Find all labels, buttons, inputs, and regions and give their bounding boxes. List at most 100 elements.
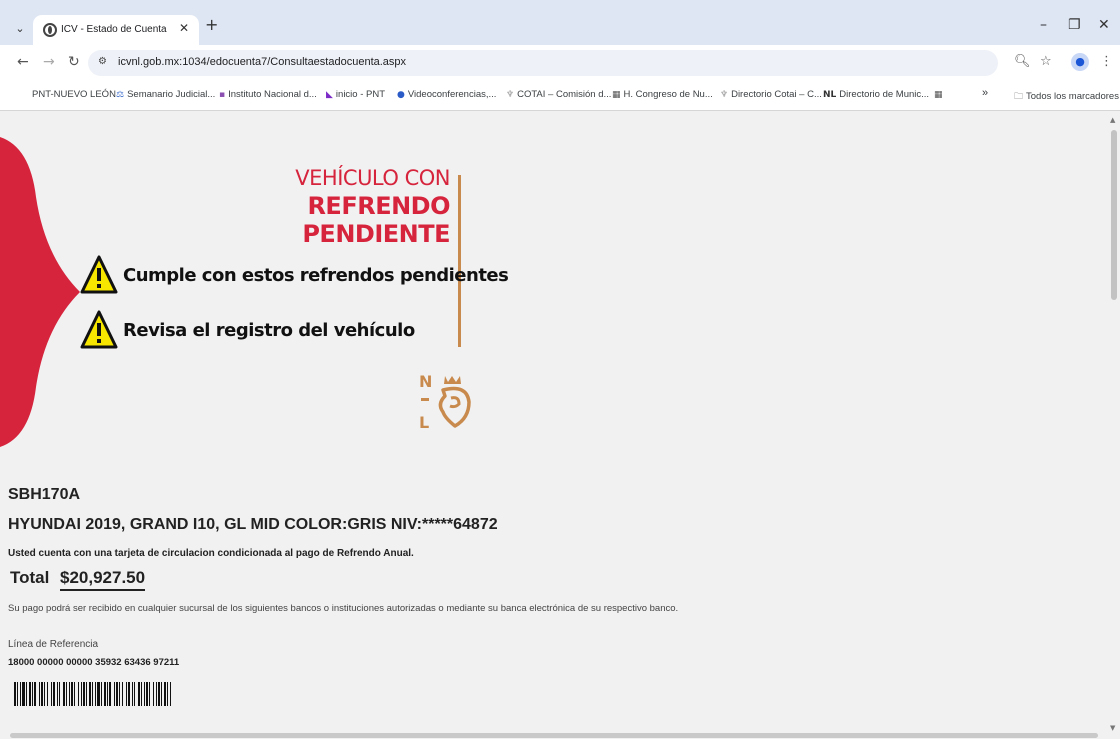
horizontal-scrollbar[interactable] <box>10 733 1098 738</box>
bookmark-item[interactable]: ♆ Directorio Cotai – C... <box>720 89 822 100</box>
cotai-icon: ♆ <box>720 90 729 100</box>
barcode-bar <box>69 682 70 706</box>
barcode-bar <box>20 682 21 706</box>
menu-kebab-icon[interactable]: ⋮ <box>1100 54 1113 69</box>
cotai-icon: ♆ <box>506 90 515 100</box>
barcode-bar <box>92 682 93 706</box>
banner-title-line3: PENDIENTE <box>302 220 450 248</box>
barcode-bar <box>59 682 60 706</box>
inai-icon: ▪ <box>219 90 226 100</box>
barcode-bar <box>44 682 45 706</box>
payment-instructions: Su pago podrá ser recibido en cualquier … <box>8 603 679 614</box>
banner-title: VEHÍCULO CON REFRENDO PENDIENTE <box>250 164 450 248</box>
barcode-bar <box>14 682 16 706</box>
bookmark-item[interactable]: ▪ Instituto Nacional d... <box>219 89 317 100</box>
reference-label: Línea de Referencia <box>8 639 99 650</box>
address-bar[interactable]: ⚙ icvnl.gob.mx:1034/edocuenta7/Consultae… <box>88 50 998 76</box>
restore-icon[interactable]: ❐ <box>1068 17 1081 33</box>
banner-red-shape <box>0 137 80 447</box>
bookmark-item-overflow-icon[interactable]: ▦ <box>934 89 946 100</box>
total-amount: $20,927.50 <box>60 568 146 591</box>
pnt-icon: ◣ <box>326 90 333 100</box>
barcode-bar <box>83 682 85 706</box>
barcode-bar <box>134 682 135 706</box>
barcode-bar <box>74 682 75 706</box>
barcode-bar <box>114 682 115 706</box>
barcode-bar <box>22 682 25 706</box>
warning-row-1: Cumple con estos refrendos pendientes <box>80 255 509 299</box>
barcode-bar <box>26 682 27 706</box>
tab-title: ICV - Estado de Cuenta <box>61 24 167 35</box>
profile-avatar-icon[interactable]: ● <box>1071 53 1089 71</box>
all-bookmarks-button[interactable]: 🗀 Todos los marcadores <box>1014 89 1119 105</box>
banner-title-line1: VEHÍCULO CON <box>295 166 450 190</box>
barcode-bar <box>78 682 79 706</box>
bookmarks-overflow-button[interactable]: » <box>982 87 988 99</box>
total-label: Total <box>10 568 50 587</box>
barcode-bar <box>17 682 18 706</box>
scroll-down-arrow-icon[interactable]: ▼ <box>1110 724 1115 732</box>
barcode-bar <box>132 682 133 706</box>
tab-strip: ⌄ ICV - Estado de Cuenta ✕ + – ❐ ✕ <box>0 0 1120 45</box>
barcode-bar <box>39 682 40 706</box>
nl-icon: NL <box>823 90 837 100</box>
bookmark-item[interactable]: NL Directorio de Munic... <box>823 89 929 100</box>
site-info-icon[interactable]: ⚙ <box>98 56 107 67</box>
close-window-icon[interactable]: ✕ <box>1098 17 1110 33</box>
barcode-bar <box>97 682 100 706</box>
barcode-bar <box>161 682 162 706</box>
bookmark-item[interactable]: ▦ H. Congreso de Nu... <box>612 89 713 100</box>
toolbar: ← → ↻ ⚙ icvnl.gob.mx:1034/edocuenta7/Con… <box>0 45 1120 81</box>
barcode-bar <box>53 682 55 706</box>
reload-icon[interactable]: ↻ <box>68 54 80 70</box>
bookmark-item[interactable]: ♆ COTAI – Comisión d... <box>506 89 611 100</box>
congress-icon: ▦ <box>612 90 621 100</box>
barcode-bar <box>149 682 150 706</box>
barcode-bar <box>122 682 123 706</box>
barcode-bar <box>29 682 31 706</box>
warning-row-2: Revisa el registro del vehículo <box>80 310 415 354</box>
nuevo-leon-logo: N L <box>419 372 471 432</box>
barcode-bar <box>128 682 130 706</box>
forward-arrow-icon[interactable]: → <box>43 54 55 70</box>
barcode-bar <box>41 682 43 706</box>
globe-icon <box>43 23 57 37</box>
barcode-bar <box>109 682 111 706</box>
tab-close-icon[interactable]: ✕ <box>179 21 189 35</box>
barcode-bar <box>156 682 157 706</box>
scale-icon: ⚖ <box>116 90 125 100</box>
warning-text-1: Cumple con estos refrendos pendientes <box>123 265 509 286</box>
scroll-up-arrow-icon[interactable]: ▲ <box>1110 116 1115 124</box>
barcode <box>14 682 171 706</box>
bookmark-item[interactable]: PNT-NUEVO LEÓN <box>32 89 116 100</box>
barcode-bar <box>104 682 106 706</box>
vertical-scrollbar[interactable]: ▲ ▼ <box>1108 112 1120 739</box>
barcode-bar <box>164 682 166 706</box>
new-tab-plus-icon[interactable]: + <box>205 15 218 34</box>
bookmark-star-icon[interactable]: ☆ <box>1040 54 1052 69</box>
back-arrow-icon[interactable]: ← <box>17 54 29 70</box>
svg-text:N: N <box>419 372 432 391</box>
browser-window: ⌄ ICV - Estado de Cuenta ✕ + – ❐ ✕ ← → ↻… <box>0 0 1120 739</box>
barcode-bar <box>66 682 67 706</box>
bookmark-item[interactable]: ● Videoconferencias,... <box>397 89 496 100</box>
minimize-icon[interactable]: – <box>1040 17 1047 33</box>
barcode-bar <box>89 682 91 706</box>
url-text[interactable]: icvnl.gob.mx:1034/edocuenta7/Consultaest… <box>118 56 406 68</box>
bookmark-item[interactable]: ◣ inicio - PNT <box>326 89 385 100</box>
barcode-bar <box>116 682 118 706</box>
barcode-bar <box>81 682 82 706</box>
zoom-icon[interactable]: 🔍︎ <box>1014 54 1031 69</box>
barcode-bar <box>51 682 52 706</box>
barcode-bar <box>101 682 102 706</box>
scroll-thumb[interactable] <box>1111 130 1117 300</box>
tab-search-chevron-icon[interactable]: ⌄ <box>10 19 30 39</box>
barcode-bar <box>86 682 87 706</box>
warning-text-2: Revisa el registro del vehículo <box>123 320 415 341</box>
bookmark-item[interactable]: ⚖ Semanario Judicial... <box>116 89 215 100</box>
banner-title-line2: REFRENDO <box>307 192 450 220</box>
reference-number: 18000 00000 00000 35932 63436 97211 <box>8 657 180 668</box>
tab-active[interactable]: ICV - Estado de Cuenta ✕ <box>33 15 199 45</box>
barcode-bar <box>126 682 127 706</box>
folder-icon: 🗀 <box>1014 92 1024 102</box>
